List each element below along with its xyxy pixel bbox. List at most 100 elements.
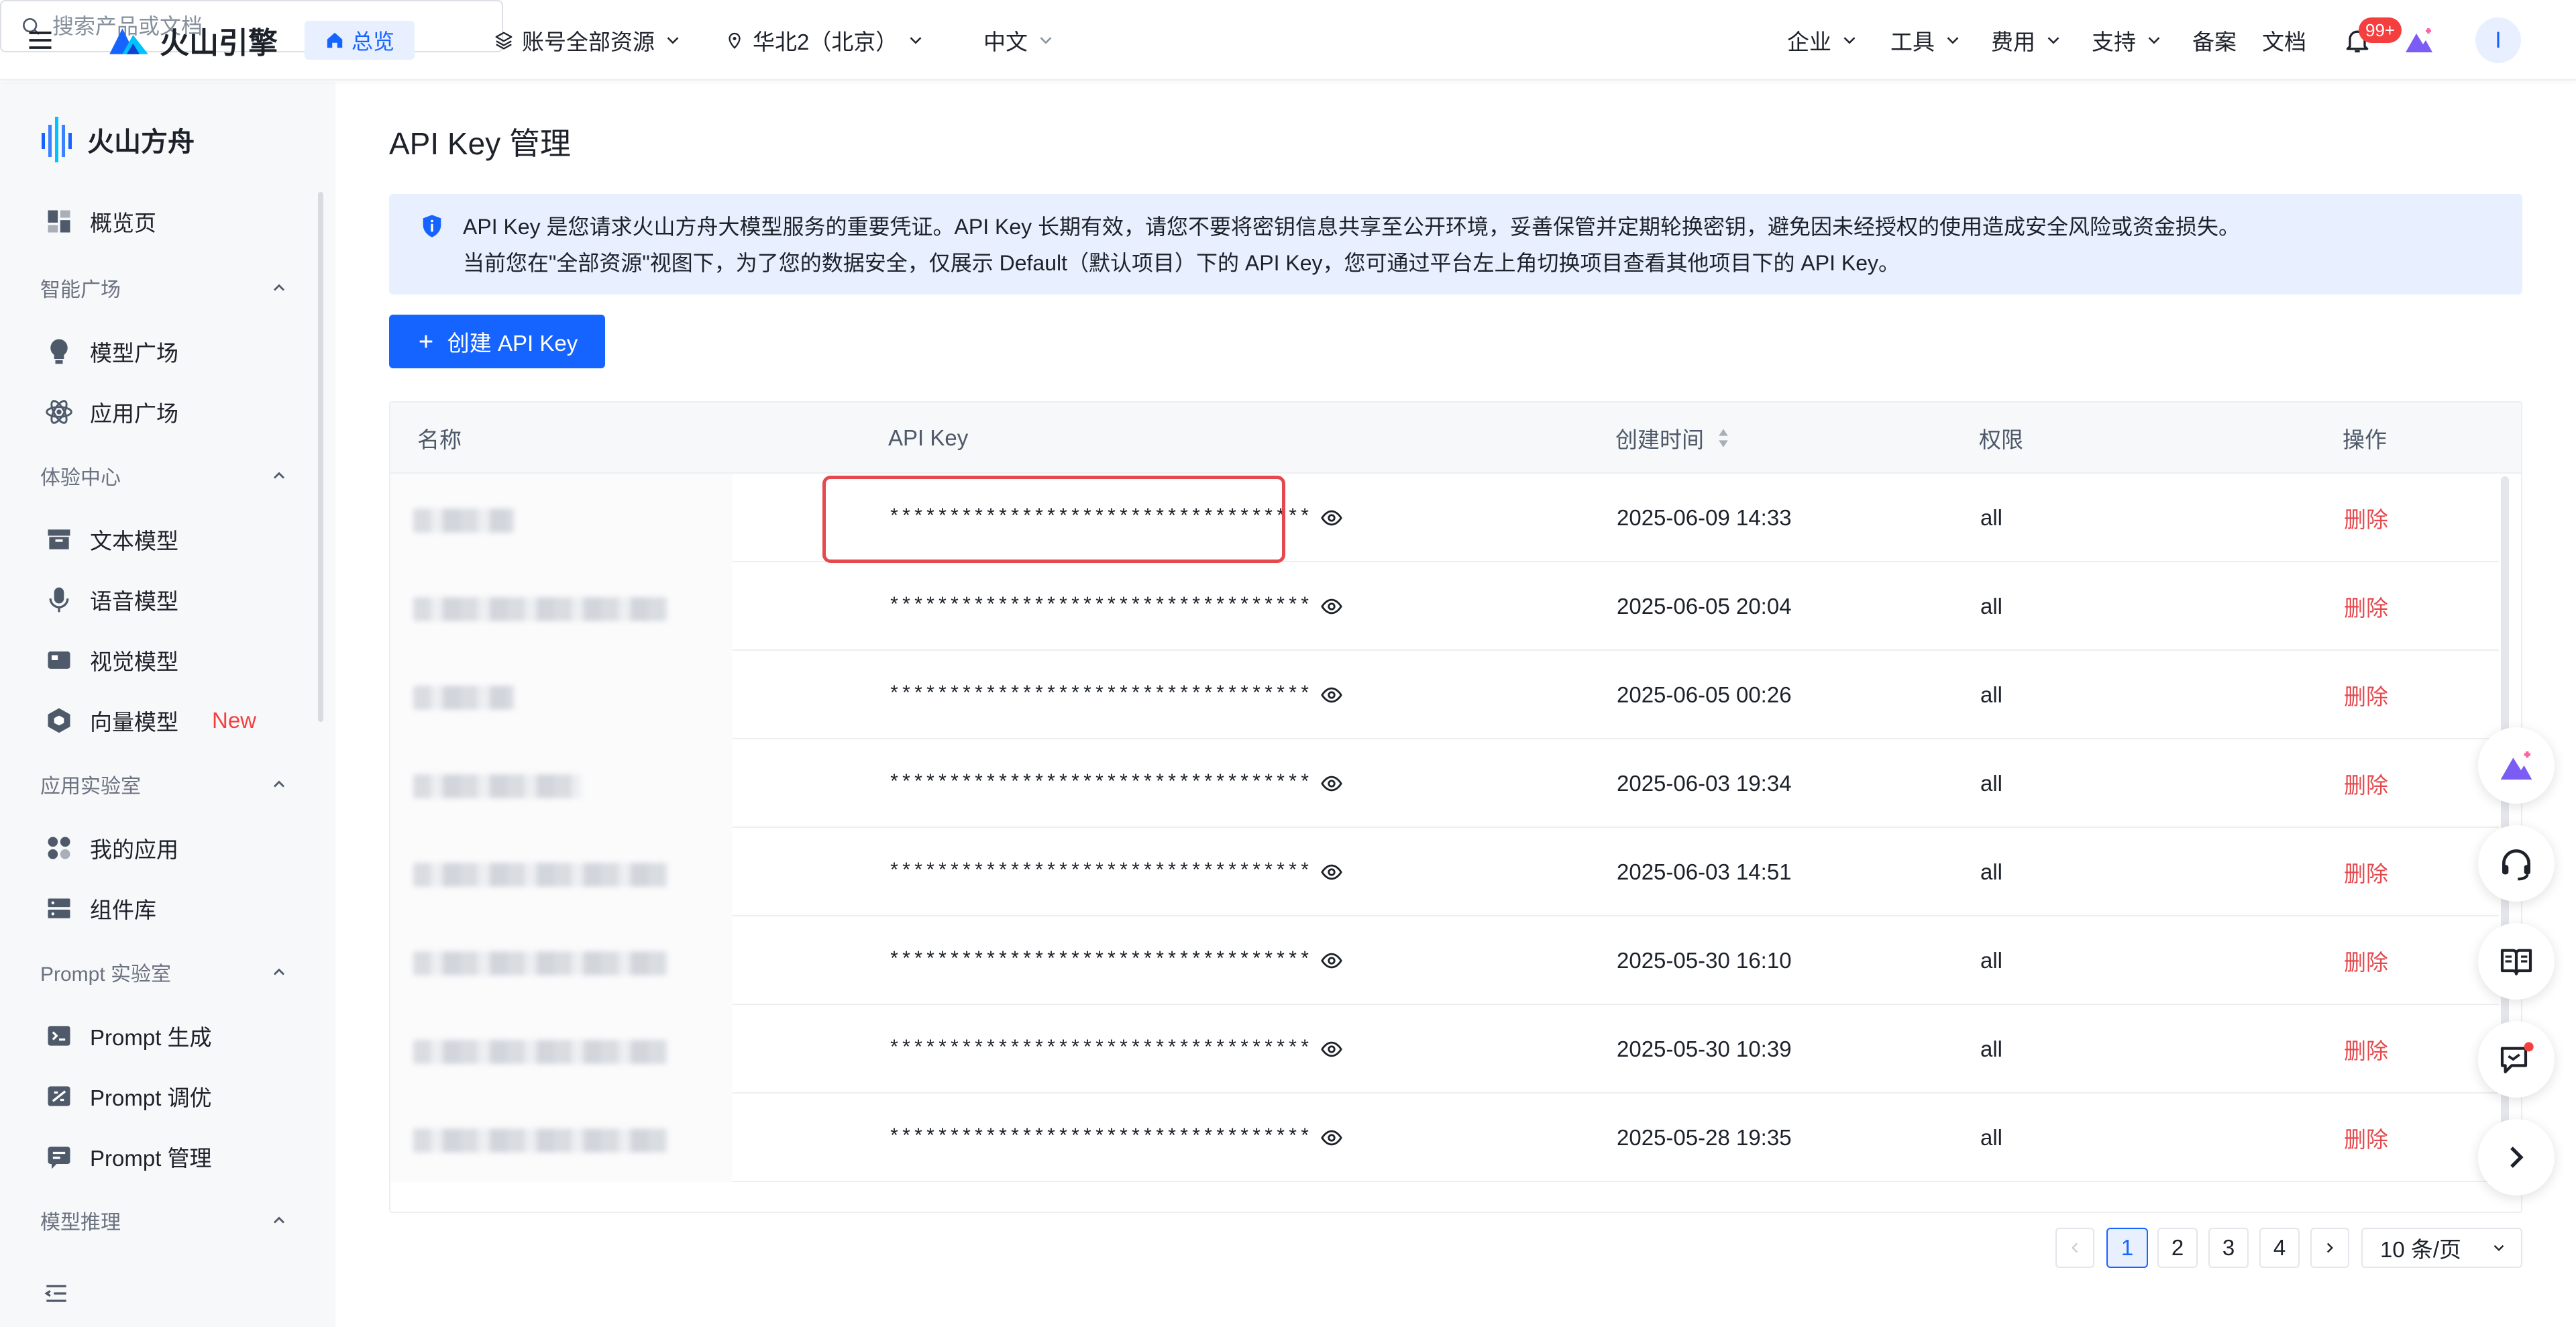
delete-link[interactable]: 删除: [2344, 474, 2388, 562]
next-page-button[interactable]: [2310, 1228, 2349, 1268]
eye-icon[interactable]: [1320, 507, 1343, 529]
delete-link[interactable]: 删除: [2344, 828, 2388, 916]
float-assistant-button[interactable]: [2478, 727, 2555, 804]
sidebar-group-prompt-lab[interactable]: Prompt 实验室: [40, 955, 288, 989]
nav-billing[interactable]: 费用: [1991, 0, 2063, 81]
chevron-up-icon: [274, 284, 284, 291]
sidebar-group-experience[interactable]: 体验中心: [40, 459, 288, 492]
resources-dropdown[interactable]: 账号全部资源: [494, 0, 683, 81]
column-created-time-label: 创建时间: [1615, 427, 1704, 452]
chevron-up-icon: [274, 968, 284, 975]
apps-icon: [48, 837, 70, 859]
masked-api-key: ***********************************: [888, 595, 1311, 618]
nav-docs[interactable]: 文档: [2262, 0, 2306, 81]
lightbulb-icon: [50, 339, 68, 364]
collapse-sidebar-icon[interactable]: [42, 1279, 71, 1308]
server-icon: [48, 898, 70, 918]
sidebar-item-overview[interactable]: 概览页: [44, 201, 156, 242]
delete-link[interactable]: 删除: [2344, 651, 2388, 739]
sidebar-item-label: 语音模型: [90, 589, 178, 614]
sidebar-item-label: 应用广场: [90, 401, 178, 426]
region-label: 华北2（北京）: [753, 30, 898, 54]
sidebar-group-title: Prompt 实验室: [40, 963, 172, 986]
sidebar-group-app-lab[interactable]: 应用实验室: [40, 767, 288, 801]
assistant-button[interactable]: [2403, 0, 2435, 81]
page-size-select[interactable]: 10 条/页: [2361, 1228, 2522, 1268]
sidebar-item-model-square[interactable]: 模型广场: [44, 331, 178, 372]
page-1-button[interactable]: 1: [2106, 1228, 2148, 1268]
masked-api-key: ***********************************: [888, 861, 1311, 884]
nav-support[interactable]: 支持: [2092, 0, 2164, 81]
eye-icon[interactable]: [1320, 772, 1343, 795]
language-dropdown[interactable]: 中文: [983, 0, 1056, 81]
nav-filing[interactable]: 备案: [2192, 0, 2237, 81]
sidebar-item-my-apps[interactable]: 我的应用: [44, 828, 178, 868]
home-icon: [327, 32, 343, 48]
brand-name: 火山引擎: [160, 27, 278, 60]
nav-enterprise[interactable]: 企业: [1787, 0, 1860, 81]
page-3-button[interactable]: 3: [2208, 1228, 2249, 1268]
home-button[interactable]: 总览: [305, 21, 415, 60]
menu-icon[interactable]: [25, 0, 58, 81]
page-2-button[interactable]: 2: [2157, 1228, 2198, 1268]
notice-line-2: 当前您在"全部资源"视图下，为了您的数据安全，仅展示 Default（默认项目）…: [463, 251, 1900, 275]
delete-link[interactable]: 删除: [2344, 1094, 2388, 1182]
chevron-down-icon: [1947, 37, 1959, 44]
microphone-icon: [49, 587, 69, 613]
sidebar-item-components[interactable]: 组件库: [44, 888, 156, 928]
created-time-cell: 2025-06-09 14:33: [1617, 505, 1792, 530]
redacted-name: [413, 686, 514, 710]
sidebar-item-prompt-tune[interactable]: Prompt 调优: [44, 1076, 212, 1116]
info-notice: API Key 是您请求火山方舟大模型服务的重要凭证。API Key 长期有效，…: [389, 194, 2522, 295]
nav-tools[interactable]: 工具: [1890, 0, 1963, 81]
permission-cell: all: [1980, 771, 2003, 796]
sidebar-item-prompt-generate[interactable]: Prompt 生成: [44, 1016, 212, 1056]
sidebar-scrollbar[interactable]: [318, 192, 323, 722]
nav-docs-label: 文档: [2262, 30, 2306, 54]
chevron-down-icon: [1040, 37, 1052, 44]
created-time-cell: 2025-06-03 19:34: [1617, 771, 1792, 796]
delete-link[interactable]: 删除: [2344, 916, 2388, 1005]
region-dropdown[interactable]: 华北2（北京）: [724, 0, 926, 81]
book-icon: [2500, 949, 2532, 975]
float-support-button[interactable]: [2478, 825, 2555, 902]
delete-link[interactable]: 删除: [2344, 739, 2388, 828]
column-created-time[interactable]: 创建时间: [1615, 403, 1731, 474]
column-permission: 权限: [1979, 427, 2023, 452]
delete-link[interactable]: 删除: [2344, 562, 2388, 651]
create-api-key-button[interactable]: 创建 API Key: [389, 315, 605, 368]
sidebar-brand[interactable]: 火山方舟: [40, 114, 195, 165]
api-key-cell: ***********************************: [888, 562, 1343, 651]
float-expand-button[interactable]: [2478, 1119, 2555, 1196]
created-time-cell: 2025-05-28 19:35: [1617, 1125, 1792, 1150]
redacted-name: [413, 597, 668, 621]
eye-icon[interactable]: [1320, 1038, 1343, 1061]
eye-icon[interactable]: [1320, 684, 1343, 706]
eye-icon[interactable]: [1320, 861, 1343, 884]
eye-icon[interactable]: [1320, 595, 1343, 618]
sidebar-item-label: 视觉模型: [90, 649, 178, 674]
masked-api-key: ***********************************: [888, 1126, 1311, 1149]
archive-icon: [48, 529, 70, 549]
sidebar-item-voice-model[interactable]: 语音模型: [44, 580, 178, 620]
sidebar-item-app-square[interactable]: 应用广场: [44, 392, 178, 432]
prev-page-button[interactable]: [2055, 1228, 2094, 1268]
name-cell: [390, 739, 733, 828]
delete-link[interactable]: 删除: [2344, 1005, 2388, 1094]
sidebar-item-text-model[interactable]: 文本模型: [44, 519, 178, 560]
eye-icon[interactable]: [1320, 1126, 1343, 1149]
sidebar-group-inference[interactable]: 模型推理: [40, 1204, 288, 1237]
page-4-button[interactable]: 4: [2259, 1228, 2300, 1268]
sidebar-item-vision-model[interactable]: 视觉模型: [44, 640, 178, 680]
sidebar-item-vector-model[interactable]: 向量模型 New: [44, 700, 256, 741]
name-cell: [390, 651, 733, 739]
sidebar-item-prompt-manage[interactable]: Prompt 管理: [44, 1136, 212, 1177]
brand-logo[interactable]: 火山引擎: [107, 0, 278, 81]
float-docs-button[interactable]: [2478, 923, 2555, 1000]
api-key-cell: ***********************************: [888, 739, 1343, 828]
sidebar-group-square[interactable]: 智能广场: [40, 271, 288, 305]
eye-icon[interactable]: [1320, 949, 1343, 972]
sidebar-brand-name: 火山方舟: [87, 127, 195, 157]
float-feedback-button[interactable]: [2478, 1021, 2555, 1098]
avatar[interactable]: I: [2475, 17, 2521, 63]
